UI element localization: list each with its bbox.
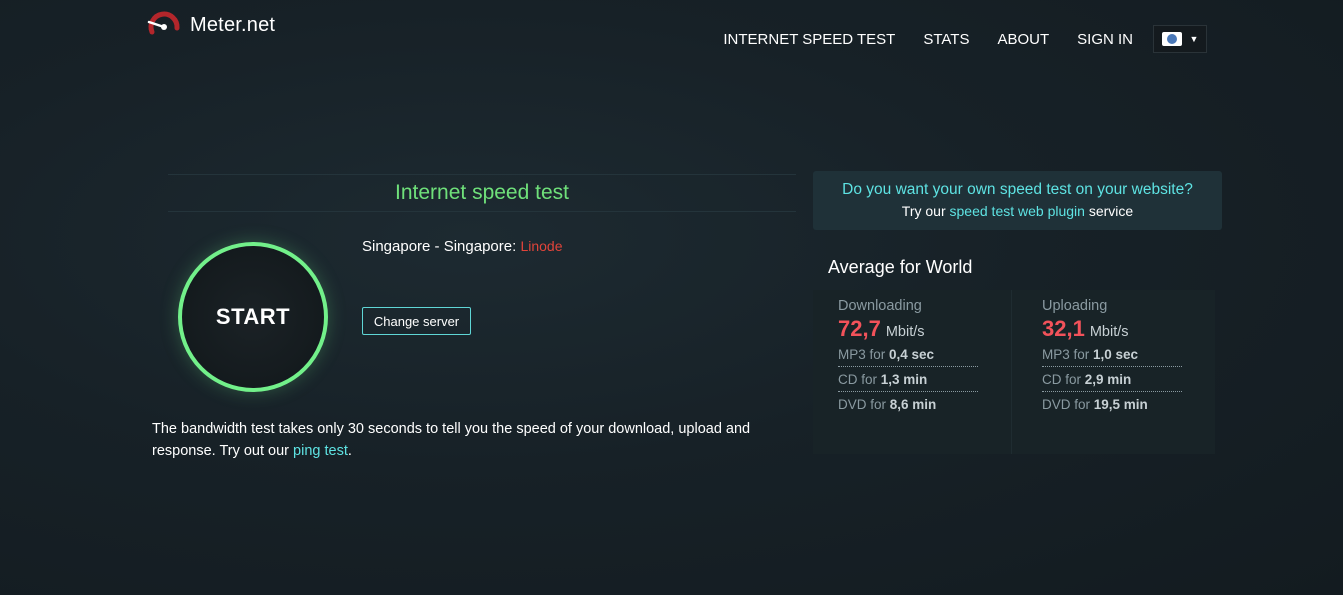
language-selector[interactable]: ▼ (1153, 25, 1207, 53)
change-server-button[interactable]: Change server (362, 307, 471, 335)
start-label: START (215, 304, 291, 329)
nav-about[interactable]: ABOUT (997, 31, 1049, 48)
upload-dvd-row: DVD for 19,5 min (1042, 397, 1148, 412)
plugin-link[interactable]: speed test web plugin (950, 203, 1085, 219)
server-location: Singapore - Singapore: (362, 238, 517, 255)
page-title: Internet speed test (395, 181, 569, 204)
download-cd-row: CD for 1,3 min (838, 367, 978, 392)
average-title: Average for World (828, 257, 973, 277)
start-button[interactable]: START (178, 242, 328, 392)
server-isp: Linode (520, 238, 563, 254)
caret-down-icon: ▼ (1189, 34, 1199, 44)
server-info: Singapore - Singapore: Linode (362, 238, 563, 255)
upload-label: Uploading (1042, 298, 1108, 314)
plugin-promo-box: Do you want your own speed test on your … (813, 171, 1222, 230)
download-mp3-row: MP3 for 0,4 sec (838, 342, 978, 367)
nav-stats[interactable]: STATS (923, 31, 969, 48)
main-nav: INTERNET SPEED TEST STATS ABOUT SIGN IN … (695, 25, 1207, 53)
description-text: The bandwidth test takes only 30 seconds… (152, 421, 751, 459)
download-column: Downloading 72,7 Mbit/s MP3 for 0,4 sec … (813, 290, 1011, 454)
upload-value: 32,1 (1042, 316, 1085, 341)
upload-unit: Mbit/s (1089, 324, 1129, 340)
download-dvd-row: DVD for 8,6 min (838, 397, 937, 412)
download-label: Downloading (838, 298, 922, 314)
brand-name: Meter.net (190, 13, 276, 36)
speed-test-header: Internet speed test (168, 174, 796, 212)
average-stats-panel: Downloading 72,7 Mbit/s MP3 for 0,4 sec … (813, 290, 1215, 454)
test-description: The bandwidth test takes only 30 seconds… (152, 418, 772, 462)
speedometer-icon (147, 11, 180, 35)
upload-cd-row: CD for 2,9 min (1042, 367, 1182, 392)
download-value: 72,7 (838, 316, 881, 341)
nav-internet-speed-test[interactable]: INTERNET SPEED TEST (723, 31, 895, 48)
download-speed: 72,7 Mbit/s (838, 316, 1011, 342)
nav-sign-in[interactable]: SIGN IN (1077, 31, 1133, 48)
upload-mp3-row: MP3 for 1,0 sec (1042, 342, 1182, 367)
ping-test-link[interactable]: ping test (293, 443, 348, 459)
download-unit: Mbit/s (885, 324, 925, 340)
upload-column: Uploading 32,1 Mbit/s MP3 for 1,0 sec CD… (1011, 290, 1215, 454)
promo-question: Do you want your own speed test on your … (842, 181, 1193, 198)
promo-suffix: service (1084, 203, 1134, 219)
promo-prefix: Try our (901, 203, 950, 219)
upload-speed: 32,1 Mbit/s (1042, 316, 1215, 342)
globe-flag-icon (1161, 32, 1182, 46)
brand-logo[interactable]: Meter.net (146, 10, 275, 40)
description-end: . (347, 443, 352, 459)
promo-subtext: Try our speed test web plugin service (813, 203, 1222, 219)
